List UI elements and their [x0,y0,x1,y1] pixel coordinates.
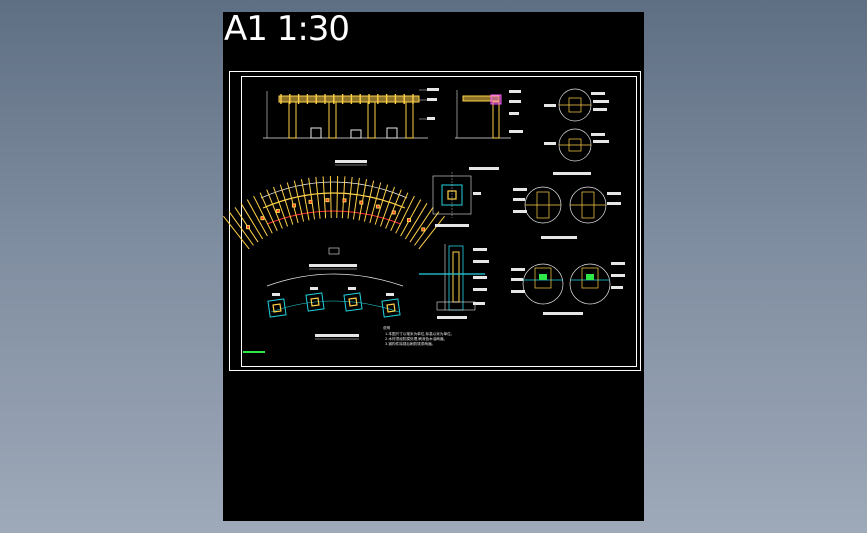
detail-circles-top [544,88,609,175]
beam-joint [260,216,265,221]
detail-circles-mid [513,186,621,239]
note-line-2: 2.木材须经防腐处理,刷深色木油两遍。 [385,336,447,341]
fan-rafter [315,176,321,219]
beam-joint [391,210,396,215]
beam-joint [245,225,250,230]
cad-model-viewport[interactable]: A1 1:30 说明 1.本图尺寸以毫米为单位,标高以米为单位。 2.木材须经防… [223,9,644,521]
note-line-1: 1.本图尺寸以毫米为单位,标高以米为单位。 [385,331,454,336]
fan-rafter [347,176,353,219]
beam-joint [308,199,313,204]
side-elevation [455,90,511,139]
beam-joint [359,200,364,205]
footing-tag [348,287,356,290]
footing-tag [310,287,318,290]
note-line-3: 3.钢构件除锈后刷防锈漆两遍。 [385,341,435,346]
detail-circles-bottom [511,262,625,315]
beam-joint [325,198,330,203]
beam-joint [342,198,347,203]
outer-frame [229,71,641,371]
curved-roof-plan [223,176,445,270]
drawing-sheet: 说明 1.本图尺寸以毫米为单位,标高以米为单位。 2.木材须经防腐处理,刷深色木… [223,71,641,371]
notes-header: 说明 [383,325,391,330]
footing-tag [386,293,394,296]
footing-tag [272,293,280,296]
column-post [386,303,396,313]
column-post [272,303,282,313]
beam-joint [421,227,426,232]
footing-section [419,244,489,319]
beam-joint [275,208,280,213]
drawing-notes: 说明 1.本图尺寸以毫米为单位,标高以米为单位。 2.木材须经防腐处理,刷深色木… [383,325,454,346]
beam-joint [291,203,296,208]
fan-rafter [308,177,316,220]
beam-joint [375,204,380,209]
inner-frame [241,76,637,367]
pergola-elevation [263,91,428,139]
beam-joint [407,218,411,223]
column-section-plan [432,172,481,227]
